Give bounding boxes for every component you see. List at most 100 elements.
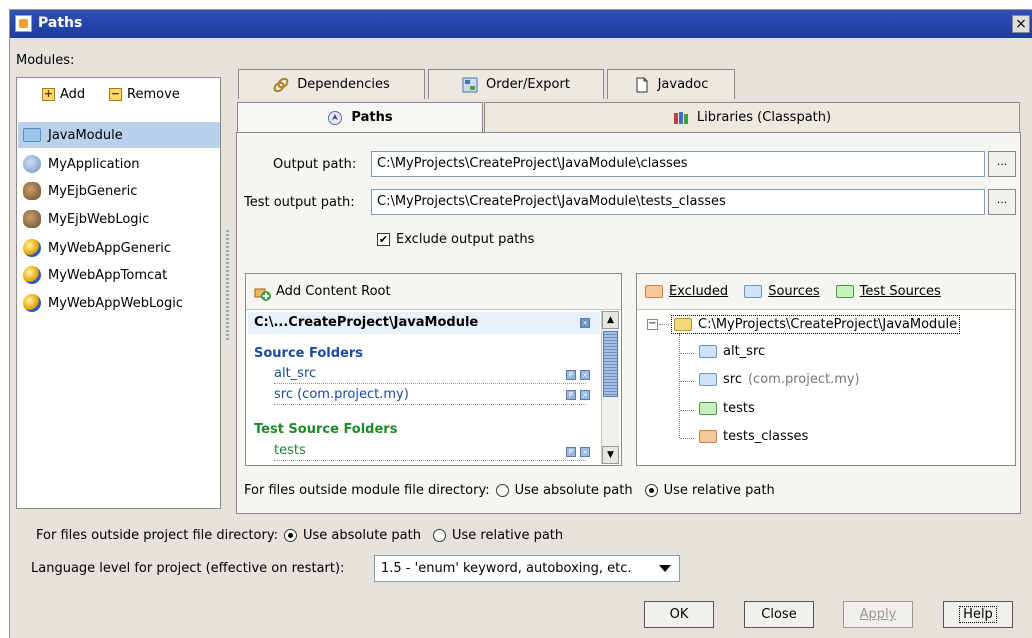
help-button[interactable]: Help (943, 601, 1013, 628)
plus-icon: + (42, 87, 55, 101)
order-export-icon (462, 77, 478, 93)
tree-node-tests-classes[interactable]: tests_classes (699, 429, 808, 444)
remove-module-label: Remove (127, 87, 180, 102)
tab-paths[interactable]: Paths (237, 102, 483, 132)
test-output-path-browse-button[interactable]: ... (988, 189, 1016, 215)
folder-properties-icon[interactable]: P (566, 447, 576, 457)
language-level-select[interactable]: 1.5 - 'enum' keyword, autoboxing, etc. (374, 555, 680, 582)
module-item-mywebappweblogic[interactable]: MyWebAppWebLogic (18, 290, 220, 316)
legend-excluded[interactable]: Excluded (669, 284, 728, 299)
language-level-value: 1.5 - 'enum' keyword, autoboxing, etc. (381, 561, 632, 576)
test-output-path-field[interactable]: C:\MyProjects\CreateProject\JavaModule\t… (371, 189, 985, 215)
paths-icon (327, 110, 343, 126)
remove-folder-icon[interactable]: × (580, 447, 590, 457)
panel-splitter[interactable] (224, 230, 232, 340)
language-level-label: Language level for project (effective on… (31, 561, 345, 576)
module-item-myejbweblogic[interactable]: MyEjbWebLogic (18, 206, 220, 232)
add-content-root-button[interactable]: Add Content Root (246, 274, 621, 310)
excluded-folder-icon (645, 285, 663, 298)
module-absolute-label: Use absolute path (514, 483, 633, 498)
link-icon (273, 77, 289, 93)
source-folder-icon (699, 373, 717, 386)
module-item-mywebapptomcat[interactable]: MyWebAppTomcat (18, 262, 220, 288)
scroll-thumb[interactable] (603, 331, 618, 397)
tree-node-tests[interactable]: tests (699, 401, 755, 416)
tab-dependencies[interactable]: Dependencies (238, 69, 425, 99)
module-relative-label: Use relative path (663, 483, 775, 498)
apply-label: Apply (859, 607, 897, 622)
output-path-browse-button[interactable]: ... (988, 151, 1016, 177)
modules-label: Modules: (16, 53, 75, 68)
module-label: MyWebAppWebLogic (48, 295, 183, 311)
project-absolute-radio[interactable] (283, 529, 297, 542)
add-module-label: Add (60, 87, 86, 102)
document-icon (634, 77, 650, 93)
content-roots-scrollbar[interactable]: ▲ ▼ (601, 311, 619, 464)
apply-button[interactable]: Apply (843, 601, 913, 628)
close-dialog-button[interactable]: Close (744, 601, 814, 628)
project-relative-radio[interactable] (432, 529, 446, 542)
window-title: Paths (38, 15, 83, 31)
module-outside-label: For files outside module file directory: (244, 483, 490, 498)
module-item-myejbgeneric[interactable]: MyEjbGeneric (18, 178, 220, 204)
scroll-up-icon[interactable]: ▲ (602, 311, 619, 329)
source-folder-item: alt_src (274, 366, 586, 384)
remove-module-button[interactable]: − Remove (109, 87, 180, 102)
folder-tree-panel: Excluded Sources Test Sources − C:\MyPro… (636, 273, 1016, 466)
remove-folder-icon[interactable]: × (580, 390, 590, 400)
test-source-folders-title: Test Source Folders (254, 422, 398, 437)
legend-test-sources[interactable]: Test Sources (860, 284, 941, 299)
test-source-folder-item: tests (274, 443, 586, 461)
project-relative-label: Use relative path (451, 528, 564, 543)
module-relative-radio[interactable] (644, 484, 658, 497)
exclude-output-paths-checkbox[interactable]: ✔ Exclude output paths (377, 232, 534, 247)
add-content-root-label: Add Content Root (276, 284, 391, 299)
folder-properties-icon[interactable]: P (566, 390, 576, 400)
chevron-down-icon (659, 565, 671, 572)
tab-javadoc[interactable]: Javadoc (607, 69, 735, 99)
add-module-button[interactable]: + Add (42, 87, 85, 102)
close-button[interactable]: × (1012, 15, 1030, 33)
tree-connector (679, 334, 680, 438)
collapse-toggle-icon[interactable]: − (647, 319, 658, 330)
title-bar: Paths × (10, 10, 1032, 38)
tab-libraries[interactable]: Libraries (Classpath) (484, 102, 1020, 132)
tree-node-src[interactable]: src (com.project.my) (699, 372, 860, 387)
content-root-path: C:\...CreateProject\JavaModule (248, 312, 600, 334)
tree-node-label: tests (723, 401, 755, 416)
remove-root-icon[interactable]: × (580, 318, 590, 328)
tree-root-node[interactable]: C:\MyProjects\CreateProject\JavaModule (671, 315, 961, 334)
folder-properties-icon[interactable]: P (566, 370, 576, 380)
module-item-javamodule[interactable]: JavaModule (18, 122, 220, 148)
module-outside-options: For files outside module file directory:… (244, 483, 775, 498)
web-icon (23, 294, 41, 312)
application-icon (23, 155, 41, 173)
test-sources-folder-icon (835, 285, 854, 298)
module-label: MyWebAppGeneric (48, 240, 172, 256)
tab-order-export-label: Order/Export (486, 77, 570, 92)
tree-root-label: C:\MyProjects\CreateProject\JavaModule (698, 317, 958, 332)
module-item-myapplication[interactable]: MyApplication (18, 151, 220, 177)
source-folder-icon (699, 345, 717, 358)
remove-folder-icon[interactable]: × (580, 370, 590, 380)
output-path-field[interactable]: C:\MyProjects\CreateProject\JavaModule\c… (371, 151, 985, 177)
ok-button[interactable]: OK (644, 601, 714, 628)
tree-node-alt-src[interactable]: alt_src (699, 344, 765, 359)
tab-order-export[interactable]: Order/Export (428, 69, 604, 99)
module-absolute-radio[interactable] (495, 484, 509, 497)
tree-node-label: alt_src (723, 344, 766, 359)
tab-paths-label: Paths (351, 110, 393, 125)
project-outside-label: For files outside project file directory… (36, 528, 278, 543)
ejb-icon (23, 182, 41, 200)
exclude-output-paths-label: Exclude output paths (396, 232, 535, 247)
java-module-icon (23, 128, 41, 142)
module-label: MyEjbWebLogic (48, 211, 150, 227)
tree-node-label: tests_classes (723, 429, 809, 444)
scroll-down-icon[interactable]: ▼ (602, 446, 619, 464)
content-roots-panel: Add Content Root C:\...CreateProject\Jav… (245, 273, 622, 466)
module-item-mywebappgeneric[interactable]: MyWebAppGeneric (18, 235, 220, 261)
modules-toolbar: + Add − Remove (17, 78, 220, 116)
legend-sources[interactable]: Sources (768, 284, 819, 299)
tree-connector (680, 381, 694, 382)
app-icon (15, 15, 32, 32)
